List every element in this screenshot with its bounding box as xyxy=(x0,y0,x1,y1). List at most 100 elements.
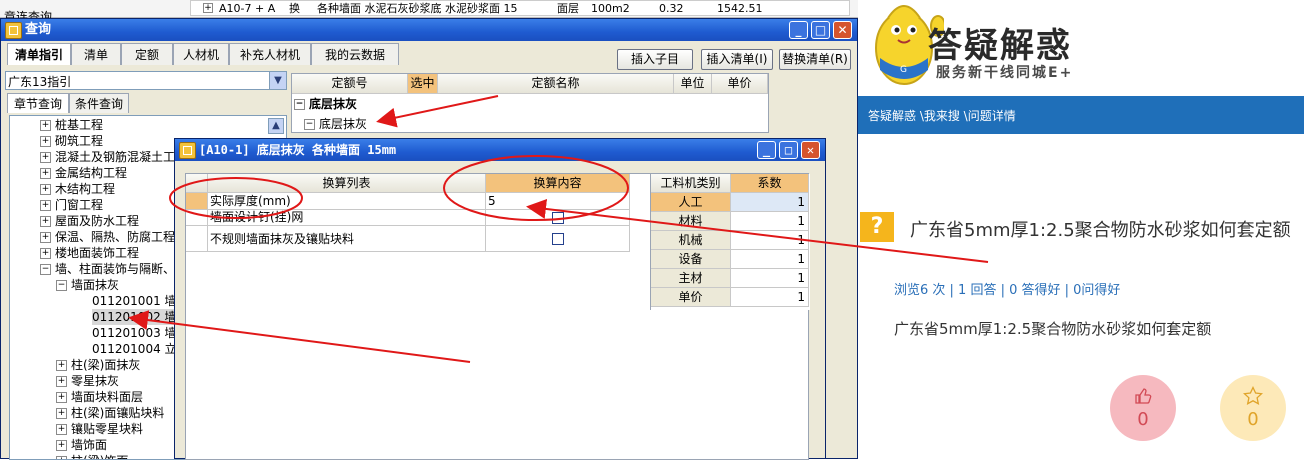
expand-icon[interactable]: + xyxy=(56,360,67,371)
tree-scroll-up-icon[interactable]: ▲ xyxy=(268,118,284,134)
conversion-dialog: [A10-1] 底层抹灰 各种墙面 15mm _ □ ✕ 换算列表 换算内容 实… xyxy=(174,138,826,460)
grid-sub-row[interactable]: − 底层抹灰 xyxy=(292,114,768,134)
question-stats[interactable]: 浏览6 次 | 1 回答 | 0 答得好 | 0问得好 xyxy=(894,279,1120,298)
coef-value-cell[interactable]: 1 xyxy=(731,288,809,307)
website-panel: G 答疑解惑 服务新干线同城E+ 答疑解惑 \我来搜 \问题详情 ? 广东省5m… xyxy=(858,0,1304,459)
tab-list-guide[interactable]: 清单指引 xyxy=(7,43,71,65)
dialog-maximize-icon[interactable]: □ xyxy=(779,141,798,159)
expand-icon[interactable]: + xyxy=(56,376,67,387)
coef-category-cell: 设备 xyxy=(651,250,731,269)
query-window-titlebar[interactable]: 查询 _ □ ✕ xyxy=(1,19,857,41)
expand-icon[interactable]: + xyxy=(40,200,51,211)
tab-list[interactable]: 清单 xyxy=(71,43,121,65)
expand-icon[interactable]: + xyxy=(56,440,67,451)
tree-item-label: 柱(梁)面镶贴块料 xyxy=(71,406,165,420)
collapse-icon[interactable]: − xyxy=(56,280,67,291)
tree-item[interactable]: + 柱(梁)面抹灰 xyxy=(56,357,140,373)
coef-value-cell[interactable]: 1 xyxy=(731,193,809,212)
guide-combo[interactable]: 广东13指引 ▼ xyxy=(5,71,287,90)
breadcrumb[interactable]: 答疑解惑 \我来搜 \问题详情 xyxy=(868,107,1016,124)
coef-value-cell[interactable]: 1 xyxy=(731,231,809,250)
expand-icon[interactable]: + xyxy=(40,120,51,131)
tab-labor-material[interactable]: 人材机 xyxy=(173,43,229,65)
tree-item[interactable]: + 门窗工程 xyxy=(40,197,103,213)
expand-icon[interactable]: + xyxy=(56,392,67,403)
like-button[interactable]: 0 xyxy=(1110,375,1176,441)
chevron-down-icon[interactable]: ▼ xyxy=(269,72,286,89)
conv-row-label: 墙面设计钉(挂)网 xyxy=(208,210,486,226)
collapse-icon[interactable]: − xyxy=(304,119,315,130)
expand-icon[interactable]: + xyxy=(40,216,51,227)
tree-item[interactable]: + 桩基工程 xyxy=(40,117,103,133)
tree-item-label: 砌筑工程 xyxy=(55,134,104,148)
grid-sub-label: 底层抹灰 xyxy=(319,117,368,131)
tree-item[interactable]: + 金属结构工程 xyxy=(40,165,127,181)
expand-icon[interactable]: + xyxy=(40,136,51,147)
expand-icon[interactable]: + xyxy=(40,248,51,259)
tab-cloud-data[interactable]: 我的云数据 xyxy=(311,43,399,65)
tree-item[interactable]: + 零星抹灰 xyxy=(56,373,119,389)
tab-condition-query[interactable]: 条件查询 xyxy=(69,93,129,113)
expand-icon[interactable]: + xyxy=(56,408,67,419)
conversion-table: 换算列表 换算内容 实际厚度(mm) 5 墙面设计钉(挂)网 不规则墙面抹灰及镶… xyxy=(185,173,810,460)
replace-list-button[interactable]: 替换清单(R) xyxy=(779,49,851,70)
star-icon xyxy=(1243,386,1263,405)
tree-item[interactable]: + 镶贴零星块料 xyxy=(56,421,143,437)
tree-item[interactable]: + 混凝土及钢筋混凝土工 xyxy=(40,149,175,165)
dialog-titlebar[interactable]: [A10-1] 底层抹灰 各种墙面 15mm _ □ ✕ xyxy=(175,139,825,161)
expand-icon[interactable]: + xyxy=(40,168,51,179)
expand-icon[interactable]: + xyxy=(40,232,51,243)
tab-quota[interactable]: 定额 xyxy=(121,43,173,65)
tree-item[interactable]: + 墙饰面 xyxy=(56,437,107,453)
tree-item[interactable]: + 屋面及防水工程 xyxy=(40,213,139,229)
maximize-icon[interactable]: □ xyxy=(811,21,830,39)
coef-header-category: 工料机类别 xyxy=(651,174,731,193)
coefficient-table: 工料机类别 系数 人工 1 材料 1 机械 1 设备 1 主材 1 单价 1 xyxy=(650,174,810,310)
guide-combo-value: 广东13指引 xyxy=(8,75,72,89)
coef-value-cell[interactable]: 1 xyxy=(731,212,809,231)
coef-value-cell[interactable]: 1 xyxy=(731,269,809,288)
tree-item[interactable]: − 墙、柱面装饰与隔断、 xyxy=(40,261,175,277)
tree-item-label: 墙面块料面层 xyxy=(71,390,144,404)
expand-icon[interactable]: + xyxy=(40,152,51,163)
close-icon[interactable]: ✕ xyxy=(833,21,852,39)
expand-icon[interactable]: + xyxy=(56,456,67,459)
irregular-wall-checkbox[interactable] xyxy=(552,233,564,245)
tree-item[interactable]: + 砌筑工程 xyxy=(40,133,103,149)
tree-item[interactable]: + 墙面块料面层 xyxy=(56,389,143,405)
collapse-icon[interactable]: − xyxy=(40,264,51,275)
collapse-icon[interactable]: − xyxy=(294,99,305,110)
tab-chapter-query[interactable]: 章节查询 xyxy=(7,93,69,113)
mesh-checkbox[interactable] xyxy=(552,212,564,224)
background-row: + A10-7 + A 换 各种墙面 水泥石灰砂浆底 水泥砂浆面 15 面层 1… xyxy=(190,0,850,16)
coef-value-cell[interactable]: 1 xyxy=(731,250,809,269)
tree-item-label: 墙面抹灰 xyxy=(71,278,120,292)
expand-icon[interactable]: + xyxy=(56,424,67,435)
coef-category-cell: 人工 xyxy=(651,193,731,212)
tree-item[interactable]: + 柱(梁)面镶贴块料 xyxy=(56,405,164,421)
tree-item-label: 零星抹灰 xyxy=(71,374,120,388)
bg-row-col6: 0.32 xyxy=(659,2,684,15)
tree-item[interactable]: + 保温、隔热、防腐工程 xyxy=(40,229,175,245)
thickness-input[interactable]: 5 xyxy=(486,193,630,210)
tree-item[interactable]: + 楼地面装饰工程 xyxy=(40,245,139,261)
grid-group-row[interactable]: − 底层抹灰 xyxy=(292,94,768,114)
tree-item-label: 混凝土及钢筋混凝土工 xyxy=(55,150,176,164)
grid-group-label: 底层抹灰 xyxy=(309,97,358,111)
insert-child-button[interactable]: 插入子目 xyxy=(617,49,693,70)
minimize-icon[interactable]: _ xyxy=(789,21,808,39)
tree-item[interactable]: − 墙面抹灰 xyxy=(56,277,119,293)
svg-text:G: G xyxy=(900,65,907,75)
tab-supplement[interactable]: 补充人材机 xyxy=(229,43,311,65)
dialog-minimize-icon[interactable]: _ xyxy=(757,141,776,159)
favorite-button[interactable]: 0 xyxy=(1220,375,1286,441)
background-row-expand[interactable]: + xyxy=(203,3,213,13)
insert-list-button[interactable]: 插入清单(I) xyxy=(701,49,773,70)
grid-header-unit: 单位 xyxy=(674,74,712,94)
grid-header-name: 定额名称 xyxy=(438,74,674,94)
question-title: 广东省5mm厚1:2.5聚合物防水砂浆如何套定额 xyxy=(910,220,1291,241)
tree-item[interactable]: + 木结构工程 xyxy=(40,181,115,197)
tree-item-label: 墙、柱面装饰与隔断、 xyxy=(55,262,176,276)
dialog-close-icon[interactable]: ✕ xyxy=(801,141,820,159)
expand-icon[interactable]: + xyxy=(40,184,51,195)
